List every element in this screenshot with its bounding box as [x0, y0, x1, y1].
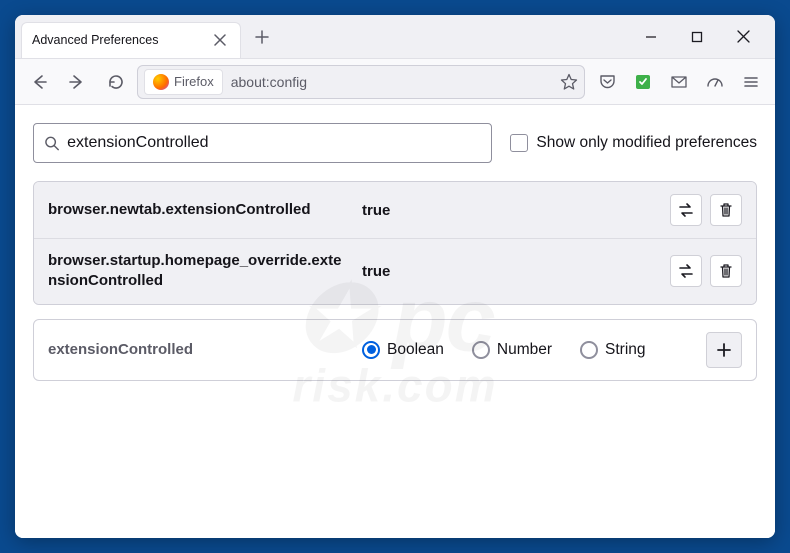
radio-label: Boolean — [387, 341, 444, 359]
checkbox-icon — [510, 134, 528, 152]
extension-button[interactable] — [631, 70, 655, 94]
add-button[interactable] — [706, 332, 742, 368]
tab-title: Advanced Preferences — [32, 33, 210, 47]
toggle-icon — [677, 201, 695, 219]
add-pref-name: extensionControlled — [48, 341, 348, 358]
arrow-right-icon — [68, 73, 86, 91]
pref-value: true — [362, 263, 656, 280]
pref-name: browser.startup.homepage_override.extens… — [48, 251, 348, 292]
pref-row: browser.newtab.extensionControlled true — [34, 182, 756, 239]
mail-icon — [670, 73, 688, 91]
profiler-button[interactable] — [703, 70, 727, 94]
content-area: ✪ pcrisk.com Show only modified preferen… — [15, 105, 775, 538]
app-menu-button[interactable] — [739, 70, 763, 94]
trash-icon — [718, 202, 734, 218]
pref-actions — [670, 255, 742, 287]
arrow-left-icon — [30, 73, 48, 91]
identity-label: Firefox — [174, 74, 214, 89]
toggle-button[interactable] — [670, 194, 702, 226]
search-icon — [44, 135, 59, 151]
delete-button[interactable] — [710, 194, 742, 226]
pref-actions — [670, 194, 742, 226]
firefox-icon — [153, 74, 169, 90]
back-button[interactable] — [23, 66, 55, 98]
search-box[interactable] — [33, 123, 492, 163]
titlebar: Advanced Preferences — [15, 15, 775, 59]
toggle-button[interactable] — [670, 255, 702, 287]
bookmark-star-button[interactable] — [560, 73, 578, 91]
search-row: Show only modified preferences — [33, 123, 757, 163]
reload-button[interactable] — [99, 66, 131, 98]
type-radio-group: Boolean Number String — [362, 341, 692, 359]
radio-icon — [472, 341, 490, 359]
extension-icon — [635, 74, 651, 90]
delete-button[interactable] — [710, 255, 742, 287]
window-close-button[interactable] — [729, 23, 757, 51]
hamburger-icon — [743, 74, 759, 90]
account-button[interactable] — [667, 70, 691, 94]
toolbar-actions — [591, 70, 767, 94]
identity-box[interactable]: Firefox — [144, 69, 223, 95]
new-tab-button[interactable] — [247, 22, 277, 52]
radio-number[interactable]: Number — [472, 341, 552, 359]
active-tab[interactable]: Advanced Preferences — [21, 22, 241, 58]
forward-button[interactable] — [61, 66, 93, 98]
plus-icon — [255, 30, 269, 44]
toggle-icon — [677, 262, 695, 280]
plus-icon — [716, 342, 732, 358]
tab-close-button[interactable] — [210, 30, 230, 50]
close-icon — [214, 34, 226, 46]
radio-icon — [580, 341, 598, 359]
window-maximize-button[interactable] — [683, 23, 711, 51]
pocket-button[interactable] — [595, 70, 619, 94]
window-minimize-button[interactable] — [637, 23, 665, 51]
gauge-icon — [706, 73, 724, 91]
radio-selected-icon — [362, 341, 380, 359]
nav-toolbar: Firefox about:config — [15, 59, 775, 105]
browser-window: Advanced Preferences — [15, 15, 775, 538]
window-controls — [637, 23, 775, 51]
preferences-list: browser.newtab.extensionControlled true … — [33, 181, 757, 305]
radio-boolean[interactable]: Boolean — [362, 341, 444, 359]
pref-name: browser.newtab.extensionControlled — [48, 200, 348, 220]
radio-string[interactable]: String — [580, 341, 646, 359]
star-icon — [560, 73, 578, 91]
trash-icon — [718, 263, 734, 279]
reload-icon — [107, 73, 124, 90]
url-bar[interactable]: Firefox about:config — [137, 65, 585, 99]
search-input[interactable] — [67, 134, 481, 152]
show-modified-toggle[interactable]: Show only modified preferences — [510, 134, 757, 152]
show-modified-label: Show only modified preferences — [536, 134, 757, 152]
add-pref-row: extensionControlled Boolean Number Strin… — [33, 319, 757, 381]
close-icon — [737, 30, 750, 43]
radio-label: String — [605, 341, 646, 359]
url-text: about:config — [231, 74, 552, 90]
radio-label: Number — [497, 341, 552, 359]
pref-row: browser.startup.homepage_override.extens… — [34, 239, 756, 304]
pref-value: true — [362, 202, 656, 219]
maximize-icon — [691, 31, 703, 43]
pocket-icon — [599, 73, 616, 90]
minimize-icon — [645, 31, 657, 43]
